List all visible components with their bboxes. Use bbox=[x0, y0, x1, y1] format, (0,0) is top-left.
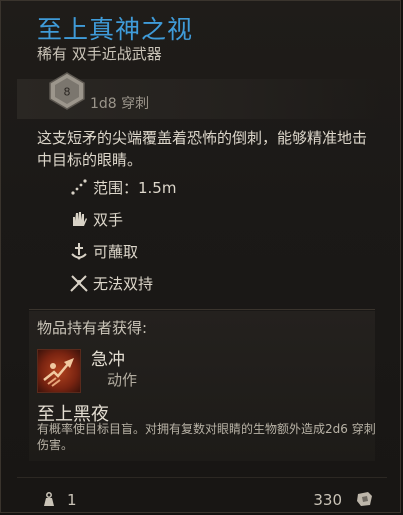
item-name: 至上真神之视 bbox=[37, 15, 194, 44]
weight-icon bbox=[44, 492, 54, 506]
dippable-icon bbox=[71, 243, 87, 260]
property-label: 范围：1.5m bbox=[93, 178, 177, 197]
property-label: 无法双持 bbox=[93, 274, 154, 293]
property-dippable: 可蘸取 bbox=[69, 239, 138, 263]
item-tooltip: 至上真神之视 稀有 双手近战武器 8 1d8 穿刺 这支短矛的尖端覆盖着恐怖的倒… bbox=[0, 0, 401, 513]
footer-divider bbox=[17, 477, 387, 478]
gold-coin-icon bbox=[357, 492, 372, 506]
damage-text: 1d8 穿刺 bbox=[90, 96, 150, 112]
lunge-figure-icon bbox=[43, 358, 74, 387]
property-label: 可蘸取 bbox=[93, 242, 139, 261]
passive-description: 有概率使目标目盲。对拥有复数对眼睛的生物额外造成2d6 穿刺伤害。 bbox=[37, 422, 376, 452]
action-name: 急冲 bbox=[91, 350, 125, 370]
property-label: 双手 bbox=[93, 210, 124, 229]
two-hand-icon bbox=[73, 212, 87, 226]
item-description: 这支短矛的尖端覆盖着恐怖的倒刺，能够精准地击中目标的眼睛。 bbox=[37, 129, 368, 169]
die-label: 8 bbox=[64, 86, 71, 99]
section-divider bbox=[29, 309, 375, 310]
granted-header: 物品持有者获得: bbox=[37, 319, 148, 337]
price-value: 330 bbox=[313, 491, 342, 509]
item-subtitle: 稀有 双手近战武器 bbox=[37, 45, 162, 63]
property-two-handed: 双手 bbox=[69, 207, 123, 231]
no-dual-wield-icon bbox=[70, 275, 88, 292]
reach-icon bbox=[71, 179, 87, 195]
lunge-action-icon[interactable] bbox=[37, 349, 81, 393]
property-no-dual-wield: 无法双持 bbox=[69, 271, 153, 295]
action-type: 动作 bbox=[107, 371, 138, 389]
property-reach: 范围：1.5m bbox=[69, 175, 176, 199]
weight-value: 1 bbox=[67, 491, 77, 509]
d8-die-icon: 8 bbox=[49, 72, 85, 110]
